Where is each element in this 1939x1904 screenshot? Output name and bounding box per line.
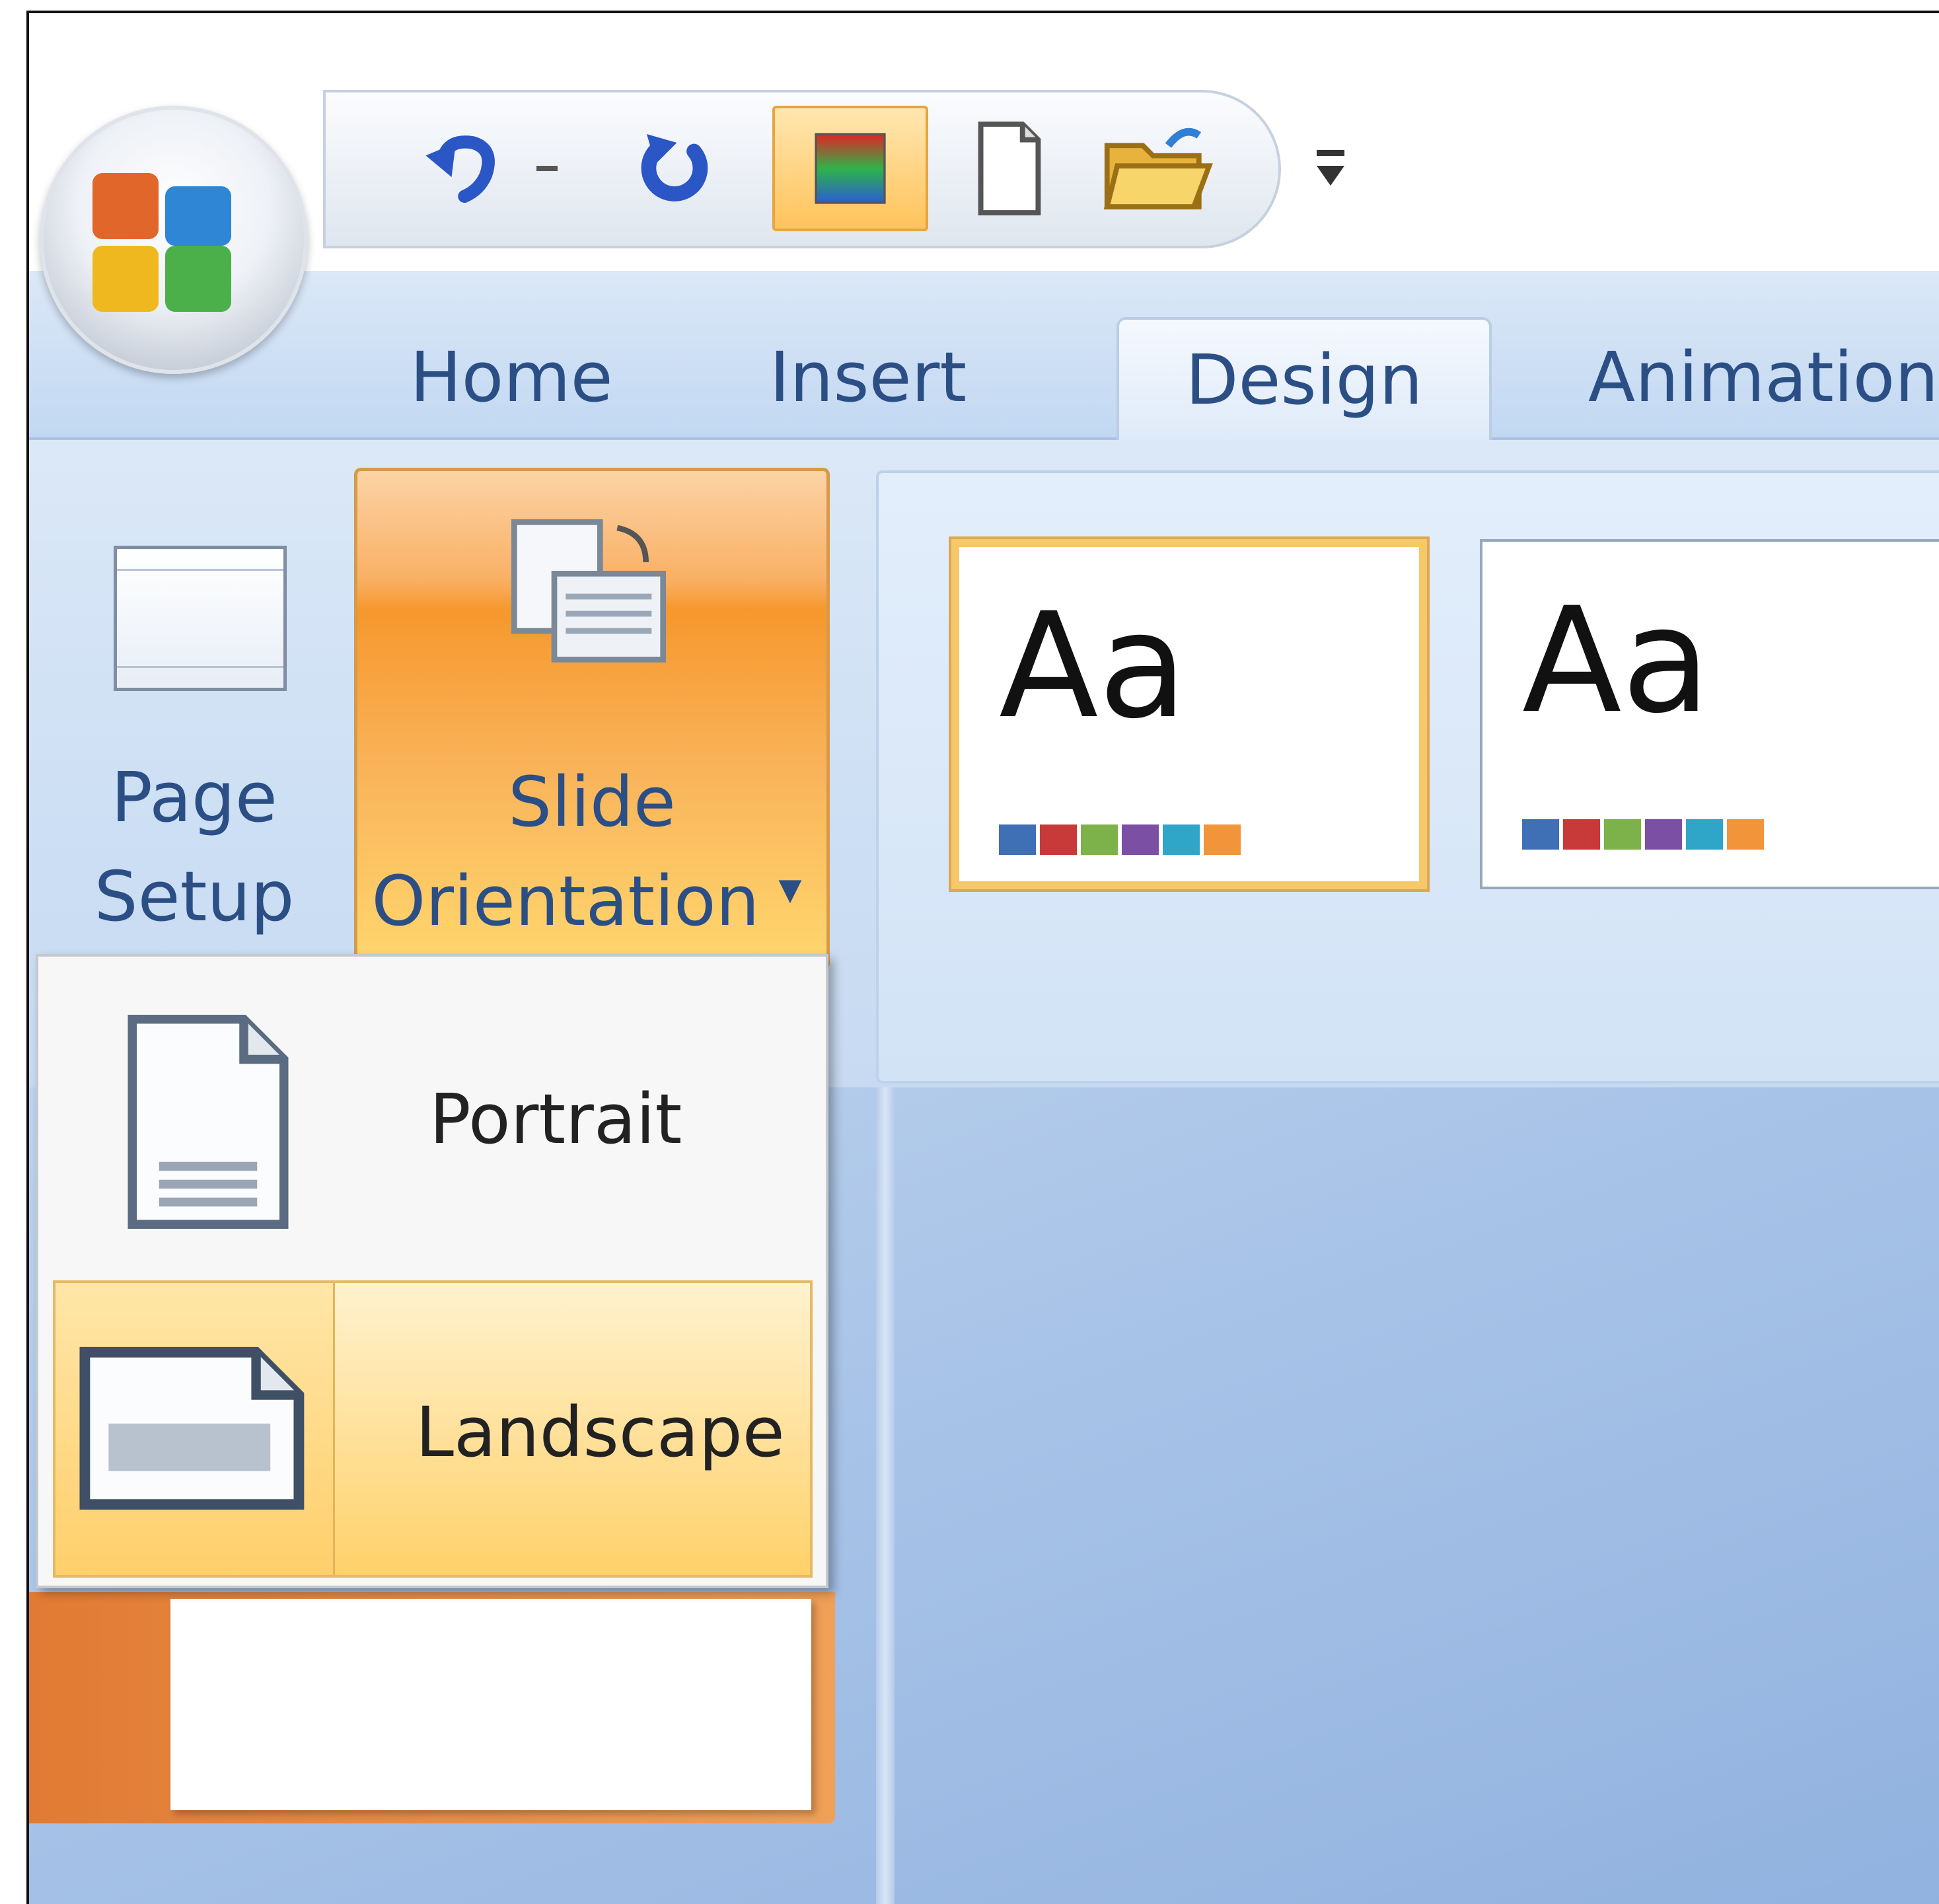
page-setup-label-line1: Page [111, 757, 277, 838]
customize-qat-button[interactable] [1298, 126, 1364, 218]
customize-qat-icon [1317, 150, 1344, 186]
redo-button[interactable] [616, 106, 729, 231]
color-scheme-icon [815, 133, 886, 204]
swatch [1204, 824, 1241, 855]
menu-icon-cell [55, 1283, 335, 1575]
slide-orientation-label-line1: Slide [508, 762, 676, 842]
quick-access-toolbar [323, 90, 1281, 248]
landscape-page-icon [79, 1346, 305, 1510]
application-window: Home Insert Design Animation Page Setup [26, 11, 1939, 1904]
slide-orientation-icon [511, 519, 666, 663]
theme-sample-text: Aa [999, 581, 1188, 751]
theme-sample-text: Aa [1522, 576, 1711, 745]
theme-color-swatches [999, 824, 1241, 855]
tab-insert[interactable]: Insert [756, 317, 980, 437]
page-setup-label-line2: Setup [94, 856, 295, 937]
office-button[interactable] [40, 106, 308, 374]
swatch [1686, 819, 1723, 850]
new-document-button[interactable] [947, 106, 1072, 231]
swatch [1122, 824, 1159, 855]
menu-item-label: Landscape [416, 1392, 785, 1473]
menu-item-portrait[interactable]: Portrait [53, 970, 813, 1267]
theme-thumbnail[interactable]: Aa [951, 539, 1427, 889]
swatch [1040, 824, 1077, 855]
swatch [1081, 824, 1118, 855]
tab-animation[interactable]: Animation [1588, 317, 1939, 437]
undo-button[interactable] [412, 106, 517, 231]
slide-orientation-menu: Portrait Landscape [36, 954, 828, 1588]
page-setup-button[interactable]: Page Setup [36, 466, 346, 969]
redo-icon [641, 134, 708, 201]
swatch [1163, 824, 1200, 855]
open-folder-icon [1103, 128, 1213, 209]
theme-color-swatches [1522, 819, 1764, 850]
pane-divider[interactable] [876, 1087, 895, 1904]
menu-item-landscape[interactable]: Landscape [53, 1280, 813, 1578]
slide-orientation-label-line2: Orientation [371, 861, 760, 941]
themes-gallery: Aa Aa [876, 470, 1939, 1083]
menu-item-label: Portrait [429, 1079, 682, 1159]
dropdown-arrow-icon [536, 166, 558, 171]
swatch [1727, 819, 1764, 850]
swatch [1645, 819, 1682, 850]
color-scheme-button[interactable] [772, 106, 928, 231]
tab-design[interactable]: Design [1116, 317, 1492, 440]
ribbon-tab-row: Home Insert Design Animation [29, 271, 1939, 440]
slide-thumbnail-preview [170, 1599, 811, 1810]
swatch [999, 824, 1036, 855]
portrait-page-icon [128, 1015, 289, 1229]
theme-thumbnail[interactable]: Aa [1480, 539, 1939, 889]
swatch [1563, 819, 1600, 850]
office-logo-icon [92, 173, 231, 312]
slide-orientation-button[interactable]: Slide Orientation ▾ [354, 468, 830, 970]
chevron-down-icon: ▾ [778, 861, 802, 915]
new-document-icon [978, 121, 1041, 216]
swatch [1522, 819, 1559, 850]
page-setup-icon [114, 546, 287, 691]
open-button[interactable] [1092, 106, 1224, 231]
swatch [1604, 819, 1641, 850]
undo-dropdown-button[interactable] [524, 106, 570, 231]
undo-icon [425, 135, 495, 203]
tab-home[interactable]: Home [399, 317, 624, 437]
